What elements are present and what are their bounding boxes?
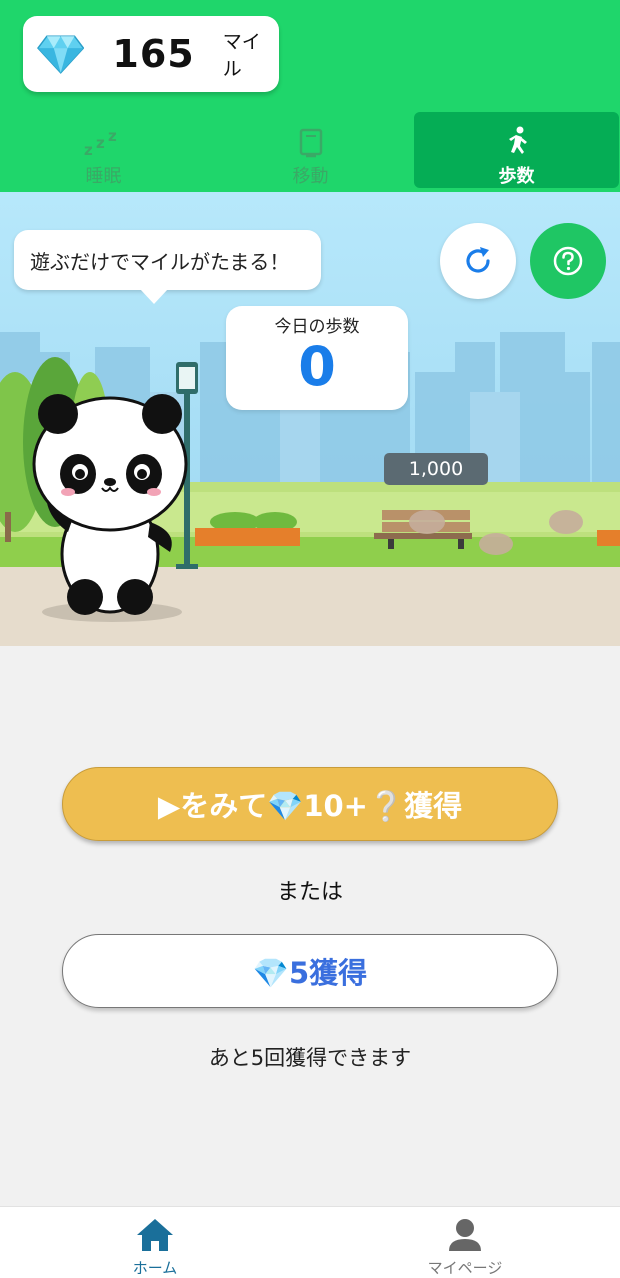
today-steps-card: 今日の歩数 0 <box>226 306 408 410</box>
nav-home-label: ホーム <box>132 1259 178 1277</box>
question-mark-icon <box>553 246 583 276</box>
goal-marker: 1,000 <box>384 453 488 485</box>
tab-steps-label: 歩数 <box>498 166 535 187</box>
bottom-navigation: ホーム マイページ <box>0 1206 620 1278</box>
user-icon <box>449 1219 481 1251</box>
get-reward-button[interactable]: 💎5獲得 <box>62 934 558 1008</box>
nav-home[interactable]: ホーム <box>0 1207 310 1278</box>
watch-video-reward-button[interactable]: ▶をみて💎10+❔獲得 <box>62 767 558 841</box>
sleep-zzz-icon: z z z <box>82 126 126 160</box>
steps-value: 0 <box>298 335 336 398</box>
nav-mypage[interactable]: マイページ <box>310 1207 620 1278</box>
tab-bar: z z z 睡眠 移動 歩数 <box>0 112 620 190</box>
remaining-count-text: あと5回獲得できます <box>208 1046 412 1070</box>
refresh-button[interactable] <box>440 223 516 299</box>
svg-text:z: z <box>84 141 93 158</box>
svg-text:z: z <box>108 128 117 145</box>
tab-move-label: 移動 <box>292 166 329 187</box>
move-icon <box>298 126 324 160</box>
app-header: 165 マイル z z z 睡眠 移動 歩数 <box>0 0 620 192</box>
tab-sleep-label: 睡眠 <box>85 166 122 187</box>
refresh-icon <box>466 247 490 273</box>
nav-mypage-label: マイページ <box>427 1259 503 1277</box>
home-icon <box>137 1219 173 1251</box>
tab-sleep[interactable]: z z z 睡眠 <box>0 112 207 188</box>
miles-balance-card: 165 マイル <box>23 16 279 92</box>
miles-unit: マイル <box>222 31 261 80</box>
miles-value: 165 <box>112 32 195 76</box>
tab-steps[interactable]: 歩数 <box>414 112 619 188</box>
walking-person-icon <box>502 126 532 160</box>
steps-title: 今日の歩数 <box>274 317 360 337</box>
or-text: または <box>276 880 343 905</box>
svg-text:z: z <box>96 134 105 152</box>
diamond-icon <box>37 35 85 74</box>
reward-section <box>0 646 620 1206</box>
speech-bubble: 遊ぶだけでマイルがたまる！ <box>14 230 321 304</box>
tab-move[interactable]: 移動 <box>207 112 414 188</box>
help-button[interactable] <box>530 223 606 299</box>
